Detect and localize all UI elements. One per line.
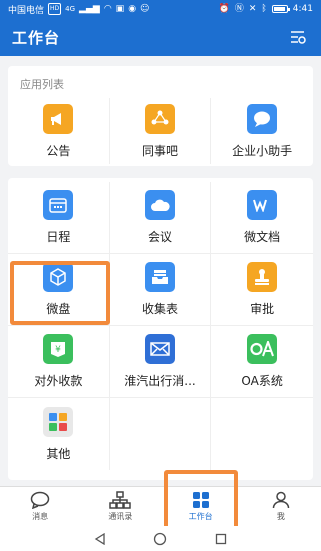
filter-settings-button[interactable]	[287, 26, 309, 48]
calendar-icon	[43, 190, 74, 220]
cube-box-icon	[43, 262, 74, 292]
app-tile-forms[interactable]: 收集表	[109, 254, 212, 326]
app-label: 其他	[46, 446, 71, 461]
tab-label: 通讯录	[108, 512, 133, 521]
recents-square-icon	[215, 533, 226, 544]
cloud-icon	[144, 190, 175, 220]
tab-workbench[interactable]: 工作台	[161, 487, 241, 526]
app-label: 对外收款	[34, 374, 83, 388]
form-tray-icon	[144, 262, 175, 292]
app-tile-travel[interactable]: 淮汽出行消...	[109, 326, 212, 398]
yuan-wallet-icon: ¥	[43, 334, 74, 364]
empty-tile	[211, 398, 313, 470]
mute-icon: ✕	[248, 4, 257, 14]
alarm-icon: ⏰	[218, 4, 230, 14]
tab-label: 消息	[32, 512, 49, 521]
app-grid-icon	[43, 406, 74, 437]
app-tile-drive[interactable]: 微盘	[8, 254, 110, 326]
apps-card: 日程 会议 微文档 微盘 收集表 审批 ¥ 对外收款 淮汽出行消... OA系统…	[8, 178, 313, 480]
svg-text:¥: ¥	[55, 345, 61, 355]
filter-settings-icon	[291, 31, 306, 44]
app-tile-assistant[interactable]: 企业小助手	[211, 98, 313, 164]
app-tile-payment[interactable]: ¥ 对外收款	[8, 326, 110, 398]
app-label: 微盘	[46, 302, 71, 316]
app-label: 审批	[250, 302, 275, 316]
app-tile-oa[interactable]: OA系统	[211, 326, 313, 398]
nfc-icon: Ⓝ	[234, 4, 244, 14]
tab-label: 工作台	[188, 512, 213, 521]
section-title: 应用列表	[20, 78, 64, 91]
app-notify-icon-2: ◉	[128, 4, 137, 14]
status-bar: 中国电信 HD 4G ▂▄▆ ◠ ▣ ◉ ☺ ⏰ Ⓝ ✕ ᛒ 4:41	[0, 0, 321, 18]
chat-bubble-icon	[247, 103, 278, 134]
app-tile-schedule[interactable]: 日程	[8, 182, 110, 254]
app-label: 日程	[46, 230, 71, 244]
back-button[interactable]	[90, 529, 110, 549]
empty-tile	[110, 398, 212, 470]
battery-icon	[271, 5, 290, 13]
wifi-icon: ◠	[103, 4, 112, 14]
bluetooth-icon: ᛒ	[261, 4, 267, 14]
app-grid: 日程 会议 微文档 微盘 收集表 审批 ¥ 对外收款 淮汽出行消... OA系统…	[8, 182, 313, 470]
recents-button[interactable]	[211, 529, 231, 549]
page-title: 工作台	[12, 28, 61, 47]
app-label: OA系统	[241, 374, 283, 388]
bottom-tabbar: 消息 通讯录 工作台 我	[0, 486, 321, 526]
tab-messages[interactable]: 消息	[0, 487, 80, 526]
workbench-content[interactable]: 应用列表 公告 同事吧 企业小助手 日程 会议 微文档 微盘 收集表 审批 ¥ …	[0, 56, 321, 486]
app-tile-other[interactable]: 其他	[8, 398, 110, 470]
app-header: 工作台	[0, 18, 321, 56]
app-label: 公告	[46, 143, 71, 158]
app-label: 会议	[147, 230, 172, 244]
hd-icon: HD	[48, 3, 62, 15]
workbench-grid-icon	[192, 492, 209, 508]
clock: 4:41	[292, 4, 313, 14]
app-list-card: 应用列表 公告 同事吧 企业小助手	[8, 66, 313, 166]
app-label: 同事吧	[141, 143, 178, 158]
system-nav-bar	[0, 526, 321, 551]
word-doc-icon	[247, 190, 278, 220]
contacts-tree-icon	[109, 491, 132, 509]
tab-label: 我	[276, 512, 285, 521]
baby-face-icon: ☺	[140, 4, 150, 14]
carrier-label: 中国电信	[8, 5, 45, 16]
tab-me[interactable]: 我	[241, 487, 321, 526]
app-label: 淮汽出行消...	[124, 374, 196, 388]
app-label: 微文档	[244, 230, 281, 244]
app-label: 企业小助手	[232, 143, 293, 158]
app-tile-approval[interactable]: 审批	[211, 254, 313, 326]
home-button[interactable]	[150, 529, 170, 549]
back-triangle-icon	[94, 532, 105, 545]
tab-contacts[interactable]: 通讯录	[80, 487, 160, 526]
app-label: 收集表	[141, 302, 178, 316]
app-tile-announcement[interactable]: 公告	[8, 98, 110, 164]
signal-icon: ▂▄▆	[79, 4, 100, 14]
share-icon	[144, 103, 175, 134]
person-icon	[272, 491, 290, 509]
home-circle-icon	[154, 532, 167, 545]
message-icon	[30, 491, 50, 509]
oa-logo-icon	[247, 334, 278, 364]
stamp-icon	[247, 262, 278, 292]
app-tile-colleagues[interactable]: 同事吧	[110, 98, 212, 164]
envelope-icon	[144, 334, 175, 364]
app-tile-meeting[interactable]: 会议	[109, 182, 212, 254]
app-grid: 公告 同事吧 企业小助手	[8, 98, 313, 164]
network-label: 4G	[65, 5, 76, 13]
megaphone-icon	[43, 103, 74, 134]
app-tile-docs[interactable]: 微文档	[211, 182, 313, 254]
app-notify-icon: ▣	[115, 4, 125, 14]
